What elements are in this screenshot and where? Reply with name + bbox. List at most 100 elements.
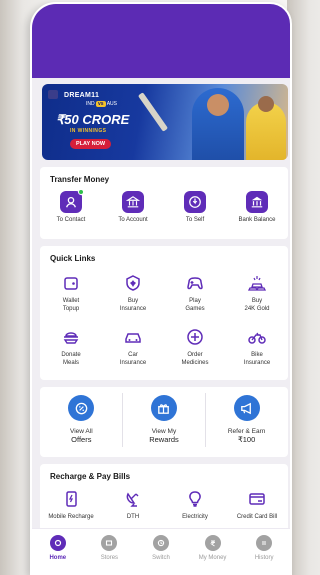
divider [205, 393, 206, 447]
history-icon [256, 535, 273, 551]
banner-match: IND vs AUS [86, 101, 117, 107]
electricity-label: Electricity [182, 514, 208, 520]
cricket-bat-graphic [137, 92, 169, 132]
wallet-topup-button[interactable]: Wallet Topup [40, 272, 102, 313]
app-logo-icon [48, 90, 58, 99]
recharge-card: Recharge & Pay Bills Mobile Recharge DTH… [40, 464, 288, 534]
to-account-button[interactable]: To Account [102, 191, 164, 225]
quick-links-card: Quick Links Wallet Topup Buy Insurance Pla… [40, 246, 288, 380]
offers-card: View All Offers View My Rewards Refer & … [40, 387, 288, 457]
car-insurance-label-2: Insurance [119, 359, 147, 366]
home-icon [49, 535, 66, 551]
buy-gold-label-1: Buy [251, 298, 263, 304]
player-graphic [246, 96, 286, 160]
transfer-money-title: Transfer Money [50, 175, 110, 184]
nav-my-money[interactable]: My Money [187, 529, 239, 574]
to-self-button[interactable]: To Self [164, 191, 226, 225]
nav-history-label: History [254, 555, 274, 561]
promo-banner[interactable]: DREAM11 IND vs AUS ₹50 CRORE IN WINNINGS… [42, 84, 288, 160]
app-header [32, 4, 290, 78]
buy-insurance-label-2: Insurance [119, 305, 147, 312]
buy-insurance-button[interactable]: Buy Insurance [102, 272, 164, 313]
gold-icon [246, 272, 268, 294]
nav-switch-label: Switch [152, 555, 170, 561]
nav-home[interactable]: Home [32, 529, 84, 574]
car-icon [122, 326, 144, 348]
nav-stores-label: Stores [100, 555, 119, 561]
rupee-icon [204, 535, 221, 551]
nav-switch[interactable]: Switch [135, 529, 187, 574]
megaphone-icon [233, 395, 260, 421]
buy-insurance-label-1: Buy [127, 298, 139, 304]
play-now-button[interactable]: PLAY NOW [70, 139, 112, 149]
bank-icon [122, 191, 144, 213]
nav-history[interactable]: History [238, 529, 290, 574]
credit-card-bill-label: Credit Card Bill [236, 514, 278, 520]
donate-meals-button[interactable]: Donate Meals [40, 326, 102, 367]
refer-earn-label-1: Refer & Earn [227, 428, 266, 435]
order-medicines-label-2: Medicines [181, 359, 209, 366]
contact-icon [60, 189, 84, 213]
transfer-money-card: Transfer Money To Contact To Account To … [40, 167, 288, 239]
banner-brand: DREAM11 [64, 92, 100, 99]
dth-label: DTH [126, 514, 140, 520]
mobile-icon [60, 488, 82, 510]
nav-home-label: Home [49, 555, 67, 561]
to-account-label: To Account [118, 217, 148, 223]
wallet-topup-label-1: Wallet [62, 298, 80, 304]
satellite-icon [122, 488, 144, 510]
bank-balance-button[interactable]: Bank Balance [226, 191, 288, 225]
gift-icon [150, 395, 177, 421]
self-transfer-icon [184, 191, 206, 213]
credit-card-bill-button[interactable]: Credit Card Bill [226, 488, 288, 522]
banner-team-right: AUS [106, 101, 117, 107]
bulb-icon [184, 488, 206, 510]
car-insurance-button[interactable]: Car Insurance [102, 326, 164, 367]
to-contact-button[interactable]: To Contact [40, 189, 102, 225]
dth-button[interactable]: DTH [102, 488, 164, 522]
buy-gold-label-2: 24K Gold [244, 305, 270, 312]
gamepad-icon [184, 272, 206, 294]
mobile-recharge-button[interactable]: Mobile Recharge [40, 488, 102, 522]
donate-meals-label-1: Donate [61, 352, 81, 358]
view-rewards-label-2: Rewards [149, 435, 179, 444]
order-medicines-button[interactable]: Order Medicines [164, 326, 226, 367]
view-offers-label-1: View All [70, 428, 93, 435]
buy-gold-button[interactable]: Buy 24K Gold [226, 272, 288, 313]
banner-team-left: IND [86, 101, 95, 107]
order-medicines-label-1: Order [187, 352, 203, 358]
donate-meals-label-2: Meals [62, 359, 79, 366]
donate-icon [60, 326, 82, 348]
phone-frame: DREAM11 IND vs AUS ₹50 CRORE IN WINNINGS… [30, 2, 292, 575]
view-rewards-button[interactable]: View My Rewards [123, 395, 206, 444]
bike-icon [246, 326, 268, 348]
electricity-button[interactable]: Electricity [164, 488, 226, 522]
bike-insurance-button[interactable]: Bike Insurance [226, 326, 288, 367]
bike-insurance-label-2: Insurance [243, 359, 271, 366]
stores-icon [101, 535, 118, 551]
credit-card-icon [246, 488, 268, 510]
view-offers-label-2: Offers [71, 435, 92, 444]
refer-earn-button[interactable]: Refer & Earn ₹100 [205, 395, 288, 444]
banner-subline: IN WINNINGS [70, 128, 107, 134]
medicine-icon [184, 326, 206, 348]
play-games-label-2: Games [185, 305, 205, 312]
bank-balance-icon [246, 191, 268, 213]
play-games-label-1: Play [189, 298, 201, 304]
recharge-title: Recharge & Pay Bills [50, 472, 131, 481]
play-games-button[interactable]: Play Games [164, 272, 226, 313]
divider [122, 393, 123, 447]
bike-insurance-label-1: Bike [251, 352, 263, 358]
view-offers-button[interactable]: View All Offers [40, 395, 123, 444]
switch-icon [152, 535, 169, 551]
wallet-topup-label-2: Topup [62, 305, 80, 312]
nav-stores[interactable]: Stores [84, 529, 136, 574]
banner-vs: vs [96, 101, 106, 107]
to-contact-label: To Contact [56, 217, 86, 223]
bottom-nav: Home Stores Switch My Money History [32, 528, 290, 574]
insurance-icon [122, 272, 144, 294]
view-rewards-label-1: View My [151, 428, 177, 435]
banner-headline: ₹50 CRORE [56, 112, 130, 127]
wallet-icon [60, 272, 82, 294]
refer-earn-label-2: ₹100 [237, 435, 256, 444]
